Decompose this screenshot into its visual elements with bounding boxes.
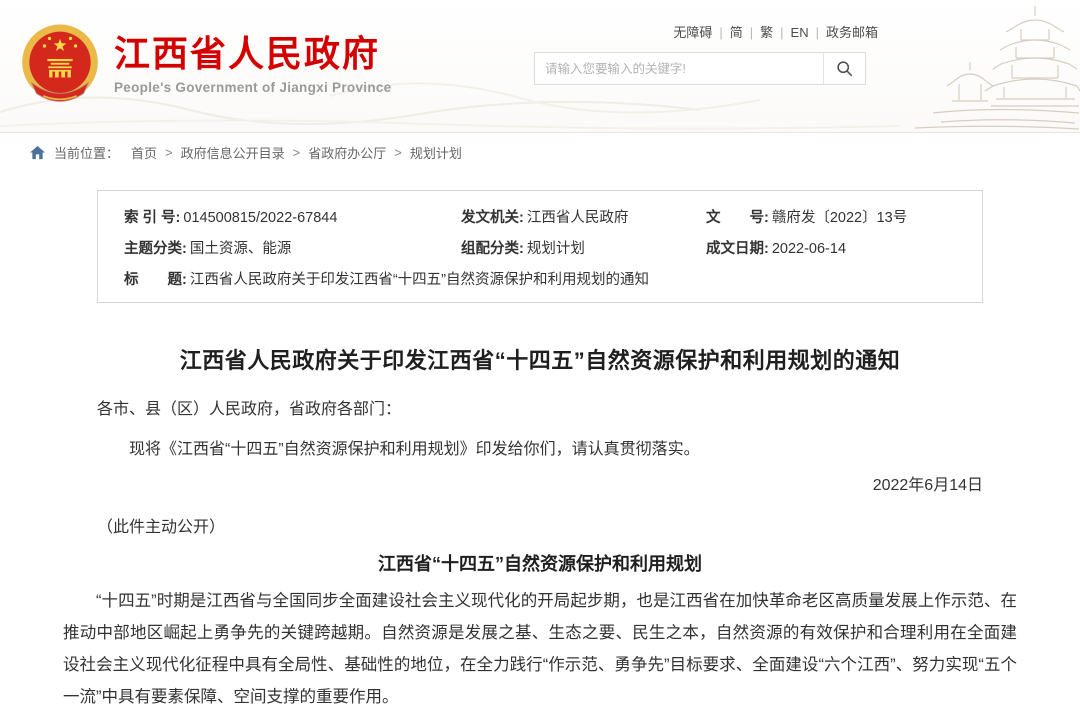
home-icon xyxy=(30,146,45,160)
site-logo[interactable]: 江西省人民政府 People's Government of Jiangxi P… xyxy=(18,22,392,106)
search-button[interactable] xyxy=(823,53,865,84)
document-date: 2022年6月14日 xyxy=(97,473,983,499)
meta-value: 014500815/2022-67844 xyxy=(183,210,337,226)
meta-value: 2022-06-14 xyxy=(772,241,846,257)
site-subtitle-en: People's Government of Jiangxi Province xyxy=(114,80,392,95)
meta-row: 索 引 号:014500815/2022-67844 发文机关:江西省人民政府 … xyxy=(124,201,982,232)
link-separator: | xyxy=(816,25,819,40)
meta-document-number: 文 号:赣府发〔2022〕13号 xyxy=(706,206,982,227)
breadcrumb: 当前位置： 首页 > 政府信息公开目录 > 省政府办公厅 > 规划计划 xyxy=(0,132,1080,172)
meta-label: 组配分类: xyxy=(461,241,524,257)
meta-value: 规划计划 xyxy=(527,241,585,257)
national-emblem-icon xyxy=(18,22,102,106)
breadcrumb-item-info-catalog[interactable]: 政府信息公开目录 xyxy=(181,143,285,162)
breadcrumb-separator: > xyxy=(394,145,402,160)
link-english[interactable]: EN xyxy=(791,25,809,40)
breadcrumb-separator: > xyxy=(293,145,301,160)
plan-subtitle: 江西省“十四五”自然资源保护和利用规划 xyxy=(97,551,983,577)
meta-issuing-agency: 发文机关:江西省人民政府 xyxy=(461,206,706,227)
meta-value: 赣府发〔2022〕13号 xyxy=(772,210,907,226)
meta-value: 江西省人民政府关于印发江西省“十四五”自然资源保护和利用规划的通知 xyxy=(190,272,649,288)
link-accessibility[interactable]: 无障碍 xyxy=(673,25,712,40)
site-title: 江西省人民政府 xyxy=(114,33,392,74)
meta-value: 江西省人民政府 xyxy=(527,210,629,226)
document-page: 索 引 号:014500815/2022-67844 发文机关:江西省人民政府 … xyxy=(63,190,1017,712)
link-separator: | xyxy=(780,25,783,40)
meta-row: 标 题:江西省人民政府关于印发江西省“十四五”自然资源保护和利用规划的通知 xyxy=(124,263,982,294)
breadcrumb-item-general-office[interactable]: 省政府办公厅 xyxy=(308,143,386,162)
meta-label: 成文日期: xyxy=(706,241,769,257)
utility-links: 无障碍 | 简 | 繁 | EN | 政务邮箱 xyxy=(673,22,878,41)
meta-label: 主题分类: xyxy=(124,241,187,257)
document-meta-table: 索 引 号:014500815/2022-67844 发文机关:江西省人民政府 … xyxy=(97,190,983,303)
meta-group-category: 组配分类:规划计划 xyxy=(461,237,706,258)
link-simplified[interactable]: 简 xyxy=(730,25,743,40)
document-title: 江西省人民政府关于印发江西省“十四五”自然资源保护和利用规划的通知 xyxy=(63,343,1017,375)
meta-issue-date: 成文日期:2022-06-14 xyxy=(706,237,982,258)
site-header: 江西省人民政府 People's Government of Jiangxi P… xyxy=(0,0,1080,132)
meta-title: 标 题:江西省人民政府关于印发江西省“十四五”自然资源保护和利用规划的通知 xyxy=(124,268,982,289)
meta-row: 主题分类:国土资源、能源 组配分类:规划计划 成文日期:2022-06-14 xyxy=(124,232,982,263)
link-gov-mail[interactable]: 政务邮箱 xyxy=(826,25,878,40)
breadcrumb-separator: > xyxy=(165,145,173,160)
notice-body: 各市、县（区）人民政府，省政府各部门： 现将《江西省“十四五”自然资源保护和利用… xyxy=(63,397,1017,577)
breadcrumb-item-plans[interactable]: 规划计划 xyxy=(410,143,462,162)
disclosure-note: （此件主动公开） xyxy=(97,515,983,541)
meta-index-number: 索 引 号:014500815/2022-67844 xyxy=(124,206,461,227)
meta-label: 发文机关: xyxy=(461,210,524,226)
notice-paragraph: 现将《江西省“十四五”自然资源保护和利用规划》印发给你们，请认真贯彻落实。 xyxy=(97,437,983,463)
breadcrumb-item-home[interactable]: 首页 xyxy=(131,143,157,162)
pavilion-illustration xyxy=(875,0,1080,132)
salutation: 各市、县（区）人民政府，省政府各部门： xyxy=(97,397,983,423)
search-icon xyxy=(836,60,853,77)
meta-value: 国土资源、能源 xyxy=(190,241,292,257)
meta-topic-category: 主题分类:国土资源、能源 xyxy=(124,237,461,258)
meta-label: 标 题: xyxy=(124,272,187,288)
meta-label: 文 号: xyxy=(706,210,769,226)
link-traditional[interactable]: 繁 xyxy=(760,25,773,40)
link-separator: | xyxy=(719,25,722,40)
search-bar xyxy=(534,52,866,85)
link-separator: | xyxy=(750,25,753,40)
breadcrumb-label: 当前位置： xyxy=(54,143,119,162)
search-input[interactable] xyxy=(535,53,823,84)
meta-label: 索 引 号: xyxy=(124,210,180,226)
plan-intro-paragraph: “十四五”时期是江西省与全国同步全面建设社会主义现代化的开局起步期，也是江西省在… xyxy=(63,585,1017,712)
